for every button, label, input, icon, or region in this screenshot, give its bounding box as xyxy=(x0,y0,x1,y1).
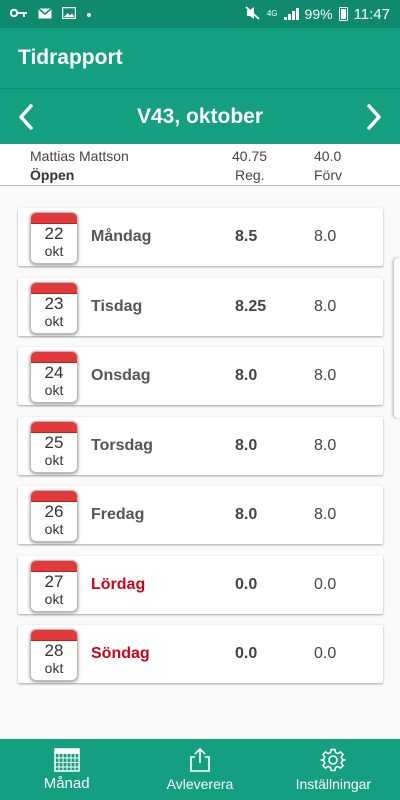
dot-icon xyxy=(86,8,92,20)
weekday-name: Söndag xyxy=(91,645,150,662)
signal-icon xyxy=(283,8,299,20)
day-date: 28 xyxy=(44,641,64,660)
day-registered-hours: 8.5 xyxy=(235,228,258,245)
day-expected-hours: 8.0 xyxy=(314,297,337,315)
day-row[interactable]: 23 okt Tisdag 8.25 8.0 xyxy=(18,277,383,336)
total-expected-hours: 40.0 xyxy=(314,148,342,164)
day-date: 24 xyxy=(44,363,64,382)
day-date: 27 xyxy=(44,571,64,591)
calendar-date-icon: 26 okt xyxy=(30,490,78,542)
chevron-right-icon xyxy=(367,103,381,130)
calendar-grid-icon xyxy=(53,747,80,772)
image-icon xyxy=(61,6,77,21)
day-date: 22 xyxy=(44,224,64,243)
app-bar: Tidrapport xyxy=(0,28,400,88)
day-row[interactable]: 27 okt Lördag 0.0 0.0 xyxy=(18,555,383,614)
status-bar: 4G 99% 11:47 xyxy=(0,0,400,28)
day-month: okt xyxy=(44,382,64,398)
day-registered-hours: 0.0 xyxy=(235,575,258,593)
registered-label: Reg. xyxy=(235,167,265,183)
mail-icon xyxy=(38,7,52,21)
nav-settings-label: Inställningar xyxy=(295,776,372,792)
employee-name: Mattias Mattson xyxy=(30,148,129,164)
week-summary: Mattias Mattson Öppen 40.75 Reg. 40.0 Fö… xyxy=(0,144,400,186)
battery-icon xyxy=(338,7,348,21)
day-expected-hours: 8.0 xyxy=(314,436,337,454)
weekday-name: Tisdag xyxy=(91,297,143,315)
day-month: okt xyxy=(44,590,64,607)
weekday-name: Onsdag xyxy=(91,367,151,384)
weekday-name: Fredag xyxy=(91,506,145,523)
calendar-date-icon: 25 okt xyxy=(30,420,78,473)
nav-settings-button[interactable]: Inställningar xyxy=(267,739,400,800)
weekday-name: Måndag xyxy=(91,228,152,245)
day-row[interactable]: 22 okt Måndag 8.5 8.0 xyxy=(18,208,383,266)
key-icon xyxy=(9,8,28,20)
day-row[interactable]: 26 okt Fredag 8.0 8.0 xyxy=(18,486,383,544)
day-list: 22 okt Måndag 8.5 8.0 23 okt Tisdag 8.25… xyxy=(18,208,383,695)
day-row[interactable]: 28 okt Söndag 0.0 0.0 xyxy=(18,625,383,683)
total-registered-hours: 40.75 xyxy=(232,148,268,164)
day-registered-hours: 8.25 xyxy=(235,297,267,315)
day-expected-hours: 8.0 xyxy=(314,367,337,384)
day-month: okt xyxy=(44,312,64,329)
day-expected-hours: 0.0 xyxy=(314,575,337,593)
day-month: okt xyxy=(44,660,64,676)
edge-panel-handle[interactable] xyxy=(394,258,400,418)
day-date: 25 xyxy=(44,432,64,452)
weekday-name: Lördag xyxy=(91,575,146,593)
day-registered-hours: 8.0 xyxy=(235,506,258,523)
network-type-label: 4G xyxy=(266,9,278,18)
day-month: okt xyxy=(44,243,64,259)
report-status: Öppen xyxy=(30,167,75,183)
day-registered-hours: 0.0 xyxy=(235,645,258,662)
calendar-date-icon: 23 okt xyxy=(30,281,78,334)
nav-month-label: Månad xyxy=(43,774,90,792)
week-navigator: V43, oktober xyxy=(0,88,400,144)
expected-label: Förv xyxy=(314,167,342,183)
week-title: V43, oktober xyxy=(136,104,264,128)
weekday-name: Torsdag xyxy=(91,436,153,454)
gear-icon xyxy=(320,748,346,772)
nav-month-button[interactable]: Månad xyxy=(0,739,133,800)
mute-icon xyxy=(245,6,261,22)
day-month: okt xyxy=(44,521,64,537)
day-month: okt xyxy=(44,451,64,468)
chevron-left-icon xyxy=(19,103,33,130)
calendar-date-icon: 22 okt xyxy=(30,212,78,264)
nav-deliver-button[interactable]: Avleverera xyxy=(133,739,266,800)
nav-deliver-label: Avleverera xyxy=(166,776,234,792)
day-expected-hours: 8.0 xyxy=(314,228,337,245)
day-registered-hours: 8.0 xyxy=(235,436,258,454)
day-row[interactable]: 25 okt Torsdag 8.0 8.0 xyxy=(18,416,383,475)
clock-time: 11:47 xyxy=(353,5,390,23)
share-upload-icon xyxy=(190,747,210,772)
day-registered-hours: 8.0 xyxy=(235,367,258,384)
app-title: Tidrapport xyxy=(18,46,123,69)
next-week-button[interactable] xyxy=(360,97,388,137)
battery-percent: 99% xyxy=(304,6,333,22)
previous-week-button[interactable] xyxy=(12,97,40,137)
day-row[interactable]: 24 okt Onsdag 8.0 8.0 xyxy=(18,347,383,405)
day-date: 26 xyxy=(44,502,64,521)
day-expected-hours: 8.0 xyxy=(314,506,337,523)
calendar-date-icon: 24 okt xyxy=(30,351,78,403)
calendar-date-icon: 27 okt xyxy=(30,559,78,612)
day-date: 23 xyxy=(44,293,64,313)
day-expected-hours: 0.0 xyxy=(314,645,337,662)
bottom-navigation: Månad Avleverera Inställningar xyxy=(0,739,400,800)
calendar-date-icon: 28 okt xyxy=(30,629,78,681)
